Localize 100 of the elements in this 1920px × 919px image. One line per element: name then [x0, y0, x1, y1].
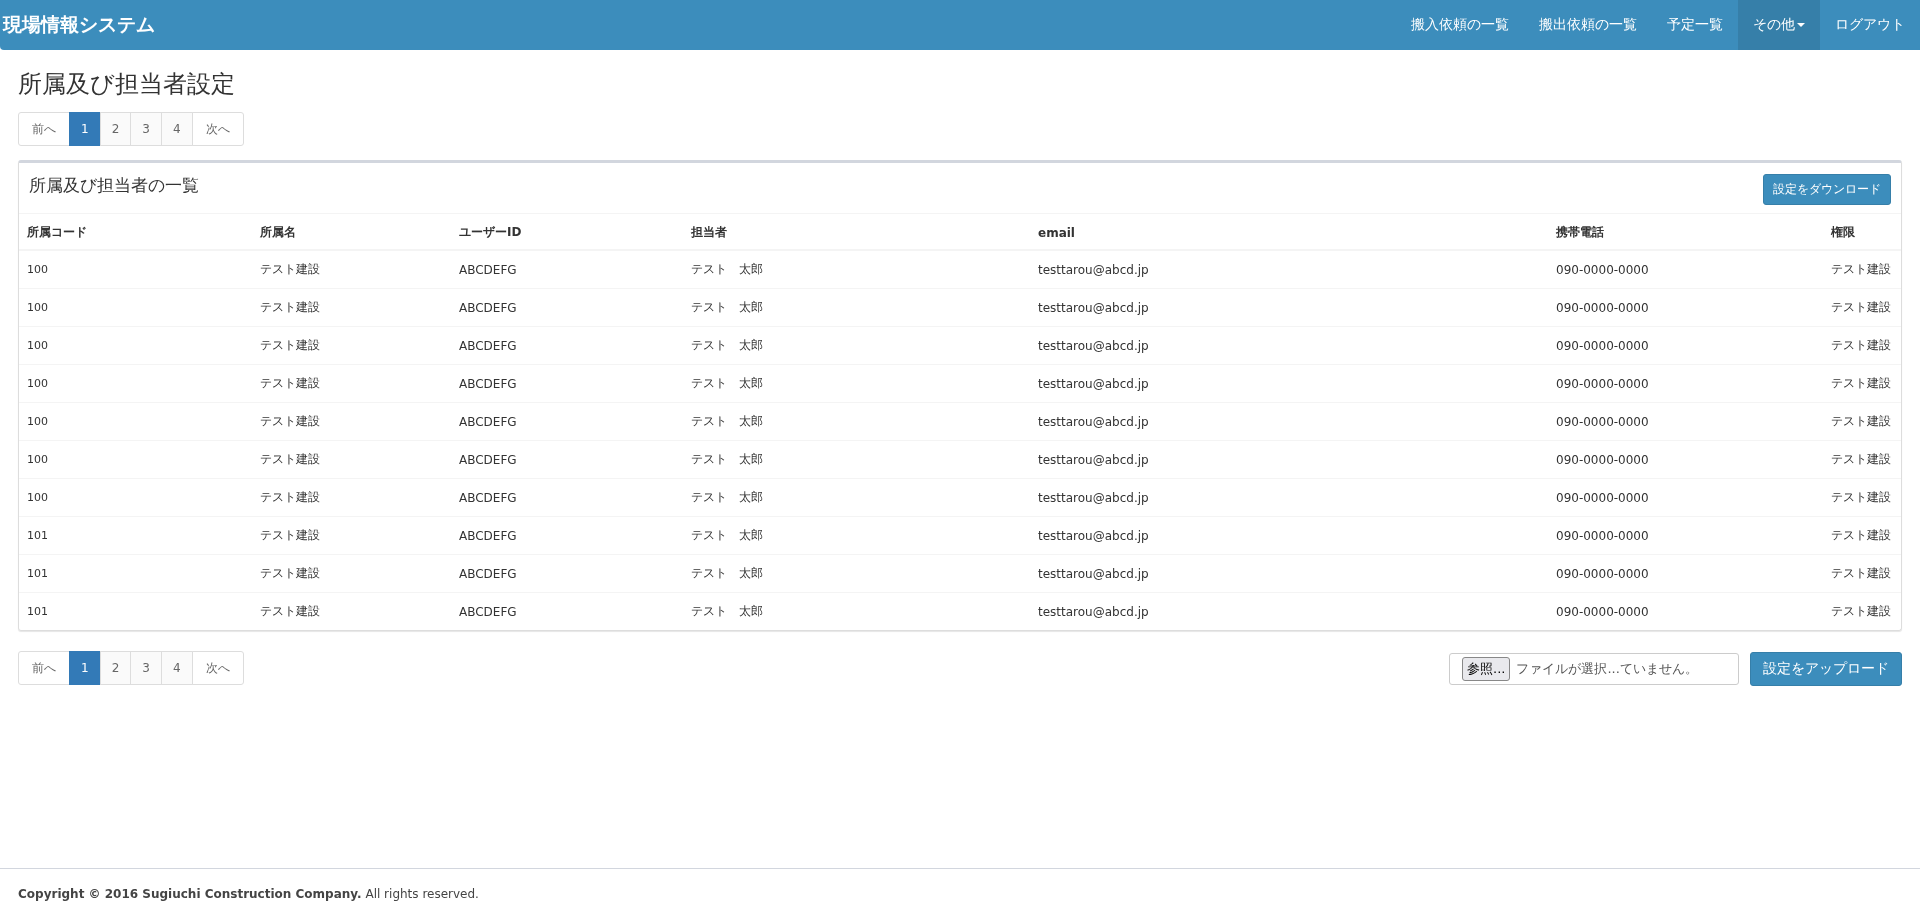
table-cell: testtarou@abcd.jp [1030, 402, 1548, 441]
table-cell: テスト 太郎 [683, 592, 1030, 630]
table-cell: 100 [19, 402, 252, 441]
table-cell: testtarou@abcd.jp [1030, 478, 1548, 517]
table-cell: testtarou@abcd.jp [1030, 554, 1548, 593]
page-link[interactable]: 1 [69, 651, 101, 685]
table-cell: 090-0000-0000 [1548, 592, 1823, 630]
table-cell: テスト建設 [1823, 592, 1901, 630]
table-cell: テスト建設 [1823, 288, 1901, 327]
nav-link[interactable]: 搬出依頼の一覧 [1524, 0, 1652, 50]
table-cell: testtarou@abcd.jp [1030, 364, 1548, 403]
table-cell: テスト建設 [1823, 250, 1901, 289]
table-cell: 090-0000-0000 [1548, 478, 1823, 517]
table-cell: 101 [19, 516, 252, 555]
table-cell: テスト 太郎 [683, 440, 1030, 479]
next-page-link[interactable]: 次へ [191, 651, 244, 685]
column-header: 権限 [1823, 214, 1901, 250]
panel-title: 所属及び担当者の一覧 [29, 174, 199, 197]
file-input-field[interactable]: 参照... ファイルが選択...ていません。 [1449, 652, 1739, 685]
table-cell: testtarou@abcd.jp [1030, 250, 1548, 289]
table-cell: テスト建設 [252, 402, 451, 441]
table-cell: 090-0000-0000 [1548, 516, 1823, 555]
nav-link[interactable]: 搬入依頼の一覧 [1396, 0, 1524, 50]
table-cell: 101 [19, 554, 252, 593]
table-cell: 090-0000-0000 [1548, 440, 1823, 479]
column-header: 所属名 [252, 214, 451, 250]
table-cell: テスト建設 [252, 288, 451, 327]
browse-button[interactable]: 参照... [1462, 656, 1511, 681]
table-cell: ABCDEFG [451, 288, 683, 327]
table-cell: testtarou@abcd.jp [1030, 592, 1548, 630]
table-cell: ABCDEFG [451, 402, 683, 441]
table-cell: ABCDEFG [451, 326, 683, 365]
table-cell: テスト 太郎 [683, 288, 1030, 327]
table-cell: テスト建設 [252, 516, 451, 555]
table-cell: テスト 太郎 [683, 326, 1030, 365]
prev-page-link[interactable]: 前へ [18, 112, 70, 146]
column-header: 所属コード [19, 214, 252, 250]
table-cell: テスト 太郎 [683, 364, 1030, 403]
table-cell: 101 [19, 592, 252, 630]
table-cell: 090-0000-0000 [1548, 288, 1823, 327]
table-cell: 090-0000-0000 [1548, 250, 1823, 289]
page-title: 所属及び担当者設定 [18, 69, 236, 100]
table-cell: testtarou@abcd.jp [1030, 326, 1548, 365]
table-cell: テスト建設 [1823, 554, 1901, 593]
table-cell: 090-0000-0000 [1548, 364, 1823, 403]
column-header: email [1030, 214, 1548, 250]
prev-page-link[interactable]: 前へ [18, 651, 70, 685]
file-status-text: ファイルが選択...ていません。 [1516, 659, 1698, 678]
nav-link[interactable]: その他 [1738, 0, 1820, 50]
download-button[interactable]: 設定をダウンロード [1763, 174, 1891, 205]
table-cell: テスト建設 [1823, 364, 1901, 403]
page-link[interactable]: 4 [160, 651, 193, 685]
table-cell: テスト建設 [252, 554, 451, 593]
nav-link[interactable]: ログアウト [1820, 0, 1920, 50]
next-page-link[interactable]: 次へ [191, 112, 244, 146]
table-cell: テスト 太郎 [683, 402, 1030, 441]
column-header: 携帯電話 [1548, 214, 1823, 250]
table-cell: テスト建設 [1823, 478, 1901, 517]
table-cell: ABCDEFG [451, 250, 683, 289]
table-cell: テスト建設 [1823, 402, 1901, 441]
page-link[interactable]: 3 [130, 651, 162, 685]
table-cell: ABCDEFG [451, 478, 683, 517]
table-cell: テスト 太郎 [683, 516, 1030, 555]
table-cell: テスト建設 [252, 326, 451, 365]
table-cell: 100 [19, 478, 252, 517]
page-link[interactable]: 4 [160, 112, 193, 146]
page-link[interactable]: 1 [69, 112, 101, 146]
table-cell: testtarou@abcd.jp [1030, 516, 1548, 555]
table-cell: 100 [19, 288, 252, 327]
table-cell: テスト 太郎 [683, 478, 1030, 517]
page-link[interactable]: 2 [99, 112, 132, 146]
table-cell: テスト建設 [252, 440, 451, 479]
table-cell: testtarou@abcd.jp [1030, 288, 1548, 327]
table-cell: ABCDEFG [451, 592, 683, 630]
table-cell: 100 [19, 440, 252, 479]
table-cell: テスト建設 [1823, 516, 1901, 555]
column-header: ユーザーID [451, 214, 683, 250]
table-cell: テスト建設 [252, 364, 451, 403]
upload-button[interactable]: 設定をアップロード [1750, 652, 1902, 686]
table-cell: ABCDEFG [451, 440, 683, 479]
column-header: 担当者 [683, 214, 1030, 250]
brand-link[interactable]: 現場情報システム [0, 12, 155, 38]
table-cell: 100 [19, 326, 252, 365]
table-cell: テスト 太郎 [683, 554, 1030, 593]
table-cell: テスト建設 [1823, 440, 1901, 479]
table-cell: 100 [19, 364, 252, 403]
table-cell: 090-0000-0000 [1548, 326, 1823, 365]
copyright-text: Copyright © 2016 Sugiuchi Construction Company. All rights reserved. [18, 887, 479, 901]
table-cell: testtarou@abcd.jp [1030, 440, 1548, 479]
table-cell: 090-0000-0000 [1548, 402, 1823, 441]
table-cell: ABCDEFG [451, 516, 683, 555]
table-cell: テスト建設 [252, 592, 451, 630]
nav-link[interactable]: 予定一覧 [1652, 0, 1738, 50]
table-cell: 100 [19, 250, 252, 289]
table-cell: テスト 太郎 [683, 250, 1030, 289]
table-cell: テスト建設 [252, 478, 451, 517]
table-cell: ABCDEFG [451, 554, 683, 593]
page-link[interactable]: 3 [130, 112, 162, 146]
page-link[interactable]: 2 [99, 651, 132, 685]
table-cell: テスト建設 [1823, 326, 1901, 365]
